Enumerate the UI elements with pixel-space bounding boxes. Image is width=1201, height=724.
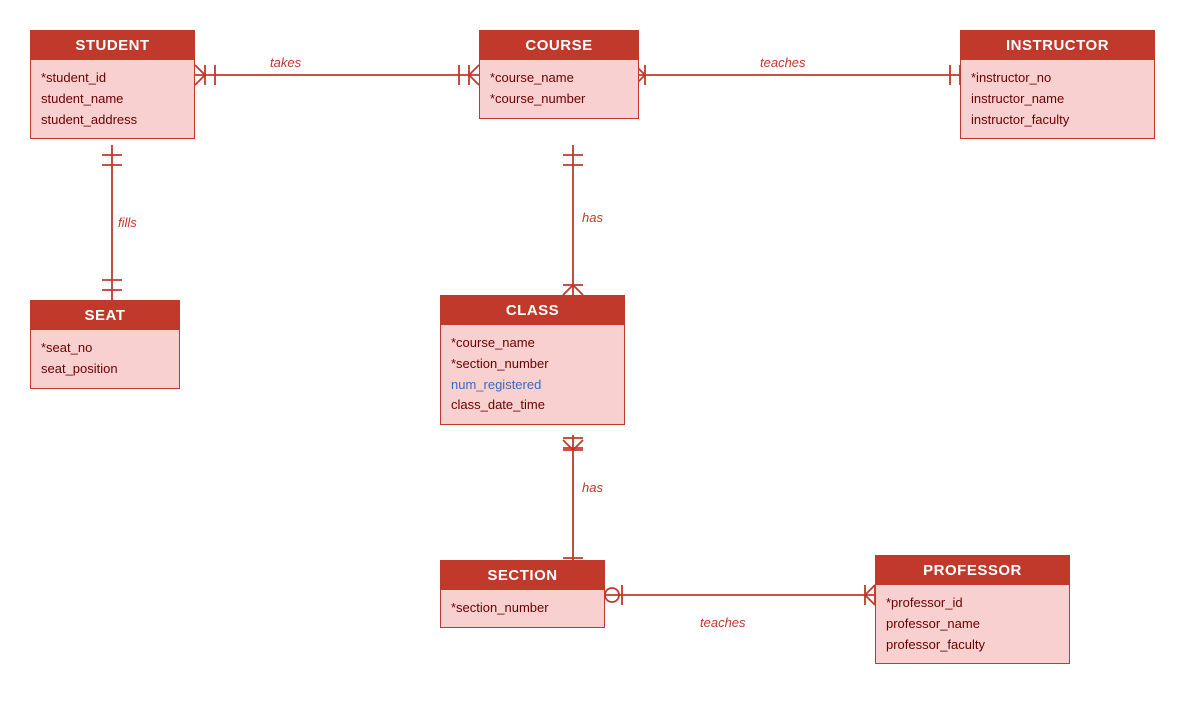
section-field-1: *section_number [451,598,594,619]
instructor-body: *instructor_no instructor_name instructo… [961,60,1154,138]
professor-body: *professor_id professor_name professor_f… [876,585,1069,663]
section-entity: SECTION *section_number [440,560,605,628]
has-section-label: has [582,480,603,495]
instructor-field-1: *instructor_no [971,68,1144,89]
instructor-title: INSTRUCTOR [961,31,1154,60]
has-class-label: has [582,210,603,225]
professor-entity: PROFESSOR *professor_id professor_name p… [875,555,1070,664]
student-field-3: student_address [41,110,184,131]
seat-entity: SEAT *seat_no seat_position [30,300,180,389]
course-body: *course_name *course_number [480,60,638,118]
seat-field-2: seat_position [41,359,169,380]
class-entity: CLASS *course_name *section_number num_r… [440,295,625,425]
course-title: COURSE [480,31,638,60]
takes-label: takes [270,55,301,70]
teaches-instructor-label: teaches [760,55,806,70]
class-field-4: class_date_time [451,395,614,416]
student-body: *student_id student_name student_address [31,60,194,138]
class-title: CLASS [441,296,624,325]
seat-title: SEAT [31,301,179,330]
instructor-field-3: instructor_faculty [971,110,1144,131]
instructor-entity: INSTRUCTOR *instructor_no instructor_nam… [960,30,1155,139]
teaches-professor-label: teaches [700,615,746,630]
course-field-1: *course_name [490,68,628,89]
fills-label: fills [118,215,137,230]
student-field-1: *student_id [41,68,184,89]
student-title: STUDENT [31,31,194,60]
seat-field-1: *seat_no [41,338,169,359]
seat-body: *seat_no seat_position [31,330,179,388]
instructor-field-2: instructor_name [971,89,1144,110]
professor-field-3: professor_faculty [886,635,1059,656]
class-body: *course_name *section_number num_registe… [441,325,624,424]
student-entity: STUDENT *student_id student_name student… [30,30,195,139]
class-field-3: num_registered [451,375,614,396]
professor-field-1: *professor_id [886,593,1059,614]
professor-field-2: professor_name [886,614,1059,635]
course-entity: COURSE *course_name *course_number [479,30,639,119]
class-field-1: *course_name [451,333,614,354]
er-diagram: STUDENT *student_id student_name student… [0,0,1201,724]
student-field-2: student_name [41,89,184,110]
professor-title: PROFESSOR [876,556,1069,585]
section-body: *section_number [441,590,604,627]
course-field-2: *course_number [490,89,628,110]
section-title: SECTION [441,561,604,590]
class-field-2: *section_number [451,354,614,375]
